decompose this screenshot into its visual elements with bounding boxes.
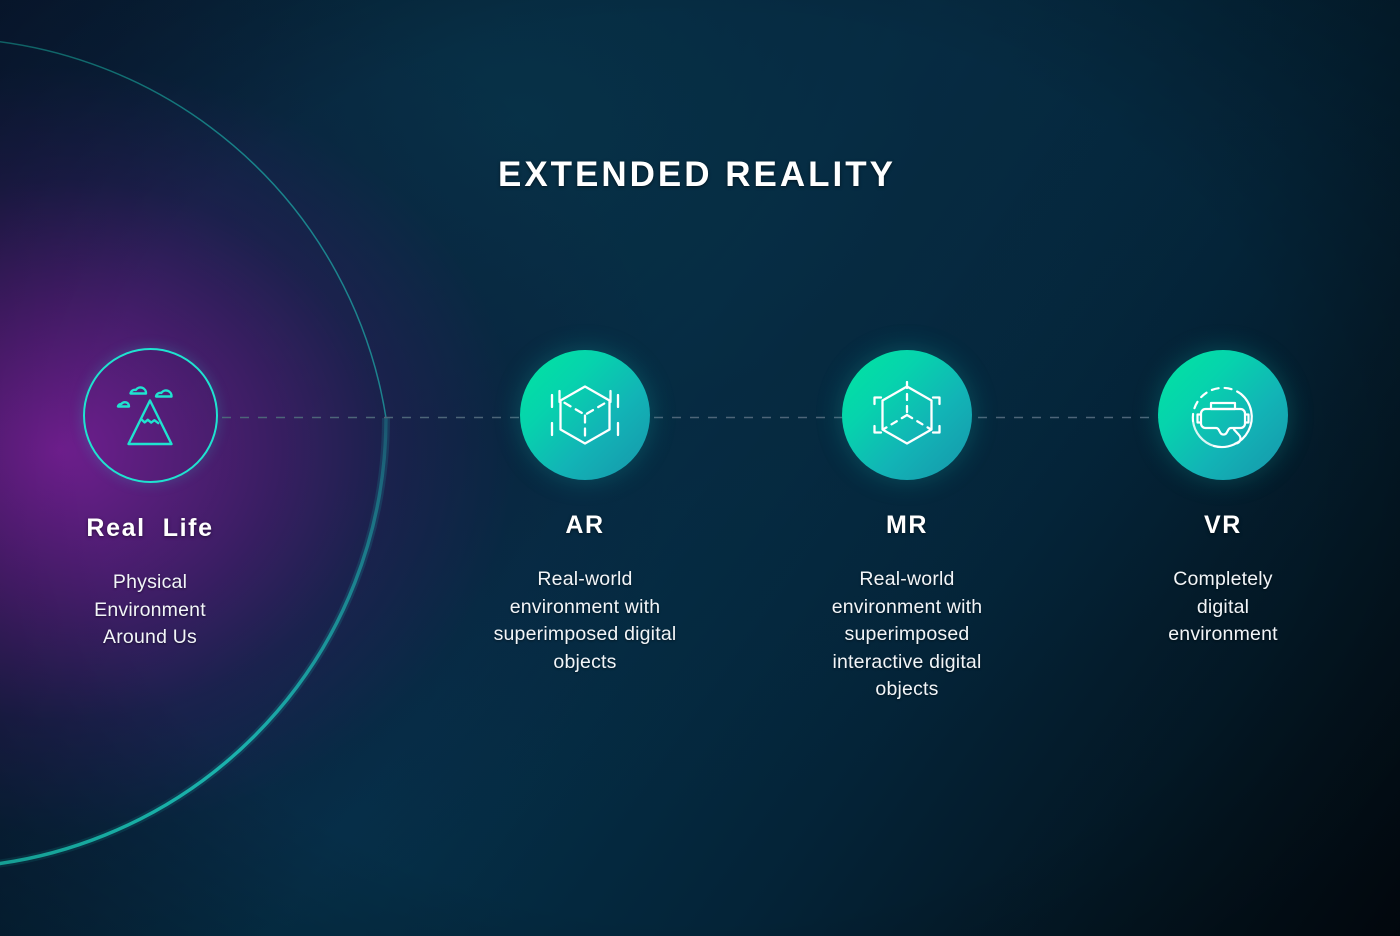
infographic-canvas: EXTENDED REALITY Real Life Physical Envi…: [0, 0, 1400, 936]
node-real-life[interactable]: Real Life Physical Environment Around Us: [0, 348, 300, 652]
node-desc-mr: Real-world environment with superimposed…: [831, 568, 983, 700]
mr-hexagon-bracket-icon: [873, 380, 941, 445]
real-life-icon-circle: [82, 348, 218, 483]
real-life-icon-wrap: [82, 348, 218, 483]
mr-icon-circle: [842, 350, 972, 480]
node-label-real-life: Real Life: [86, 514, 214, 542]
vr-icon-wrap: [1158, 350, 1288, 480]
node-desc-real-life: Physical Environment Around Us: [94, 571, 206, 648]
node-vr[interactable]: VR Completely digital environment: [1073, 350, 1373, 649]
vr-headset-icon: [1191, 386, 1253, 449]
ar-cube-scan-icon: [550, 385, 620, 445]
node-desc-ar: Real-world environment with superimposed…: [493, 568, 677, 673]
node-desc-vr: Completely digital environment: [1168, 568, 1278, 645]
node-label-ar: AR: [565, 511, 605, 539]
page-title-text: EXTENDED REALITY: [497, 155, 897, 194]
vr-icon-circle: [1158, 350, 1288, 480]
node-label-vr: VR: [1204, 511, 1242, 539]
node-label-mr: MR: [885, 511, 929, 539]
ar-icon-circle: [520, 350, 650, 480]
node-ar[interactable]: AR Real-world environment with superimpo…: [435, 350, 735, 676]
page-title: EXTENDED REALITY: [0, 155, 1397, 195]
node-mr[interactable]: MR Real-world environment with superimpo…: [757, 350, 1057, 704]
ar-icon-wrap: [520, 350, 650, 480]
mountain-landscape-icon: [116, 385, 173, 445]
mr-icon-wrap: [842, 350, 972, 480]
